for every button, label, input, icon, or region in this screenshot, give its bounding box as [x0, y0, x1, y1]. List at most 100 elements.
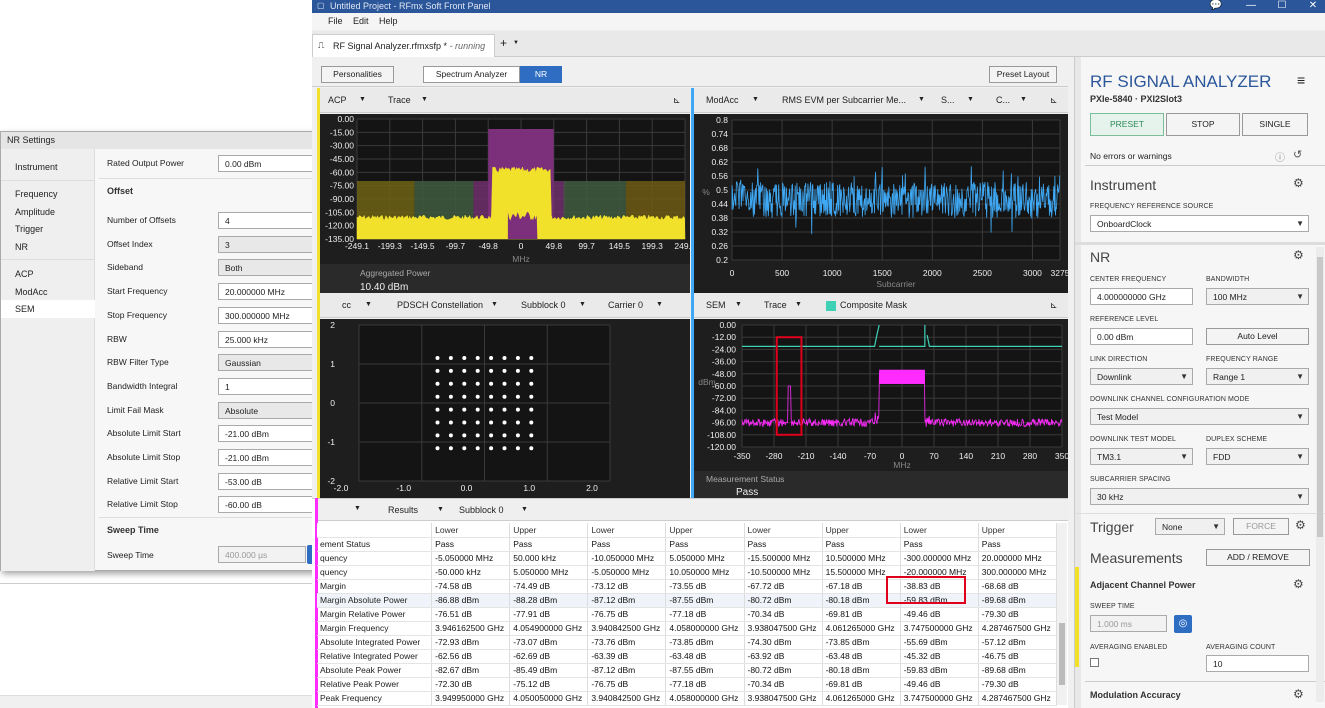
- averaging-count-field[interactable]: 10: [1206, 655, 1309, 672]
- nav-modacc[interactable]: ModAcc: [15, 287, 48, 297]
- sweep-time-field[interactable]: 400.000 µs: [218, 546, 306, 563]
- gear-icon[interactable]: ⚙: [1293, 176, 1304, 190]
- nav-acp[interactable]: ACP: [15, 269, 34, 279]
- add-tab-button[interactable]: +: [500, 36, 507, 50]
- menu-help[interactable]: Help: [379, 16, 398, 26]
- averaging-checkbox[interactable]: [1090, 658, 1099, 667]
- chat-icon[interactable]: 💬: [1205, 0, 1227, 11]
- carrier-dropdown[interactable]: Carrier 0: [608, 300, 643, 310]
- results-scrollbar[interactable]: [1057, 523, 1067, 705]
- chevron-down-icon[interactable]: ▼: [437, 506, 444, 513]
- chevron-down-icon[interactable]: ▼: [795, 301, 802, 308]
- chevron-down-icon[interactable]: ▼: [359, 96, 366, 103]
- chevron-down-icon[interactable]: ▼: [918, 96, 925, 103]
- reference-level-field[interactable]: 0.00 dBm: [1090, 328, 1193, 345]
- setting-field[interactable]: -53.00 dB: [218, 472, 327, 490]
- single-button[interactable]: SINGLE: [1242, 113, 1308, 136]
- chevron-down-icon[interactable]: ▼: [365, 301, 372, 308]
- subblock-dropdown[interactable]: Subblock 0: [521, 300, 566, 310]
- auto-sweep-icon[interactable]: ◎: [1174, 615, 1192, 633]
- acp-dropdown[interactable]: ACP: [328, 95, 347, 105]
- test-model-select[interactable]: TM3.1 ▼: [1090, 448, 1193, 465]
- subblock-dropdown[interactable]: Subblock 0: [459, 505, 504, 515]
- setting-field[interactable]: -21.00 dBm: [218, 449, 327, 466]
- menu-edit[interactable]: Edit: [353, 16, 369, 26]
- panel-scrollbar[interactable]: [1316, 247, 1324, 702]
- auto-level-button[interactable]: Auto Level: [1206, 328, 1309, 345]
- nav-amplitude[interactable]: Amplitude: [15, 207, 55, 217]
- const-dropdown[interactable]: cc: [342, 300, 351, 310]
- table-row[interactable]: Relative Integrated Power -62.56 dB -62.69…: [317, 649, 1058, 664]
- menu-icon[interactable]: ≡: [1297, 72, 1305, 88]
- nav-trigger[interactable]: Trigger: [15, 224, 43, 234]
- chevron-down-icon[interactable]: ▼: [521, 506, 528, 513]
- trace-dropdown[interactable]: Trace: [764, 300, 787, 310]
- freq-ref-select[interactable]: OnboardClock ▼: [1090, 215, 1309, 232]
- zoom-icon[interactable]: ⊾: [1050, 95, 1058, 106]
- table-row[interactable]: Peak Frequency 3.949950000 GHz 4.050050000…: [317, 691, 1058, 706]
- tab-spectrum-analyzer[interactable]: Spectrum Analyzer: [423, 66, 520, 83]
- chevron-down-icon[interactable]: ▼: [354, 505, 361, 512]
- chevron-down-icon[interactable]: ▼: [579, 301, 586, 308]
- chevron-down-icon[interactable]: ▼: [752, 96, 759, 103]
- setting-field[interactable]: -21.00 dBm: [218, 425, 327, 443]
- chevron-down-icon[interactable]: ▼: [421, 96, 428, 103]
- bandwidth-select[interactable]: 100 MHz ▼: [1206, 288, 1309, 305]
- menu-file[interactable]: File: [328, 16, 343, 26]
- zoom-icon[interactable]: ⊾: [1050, 300, 1058, 311]
- table-row[interactable]: Absolute Peak Power -82.67 dBm -85.49 dBm -…: [317, 663, 1058, 678]
- carrier-dropdown[interactable]: C...: [996, 95, 1010, 105]
- chevron-down-icon[interactable]: ▼: [491, 301, 498, 308]
- table-row[interactable]: ement Status Pass Pass Pass Pass Pass Pass Pass…: [317, 537, 1058, 552]
- setting-field[interactable]: 300.000000 MHz: [218, 306, 327, 324]
- preset-button[interactable]: PRESET: [1090, 113, 1164, 136]
- nav-instrument[interactable]: Instrument: [15, 162, 58, 172]
- setting-select[interactable]: 3▼: [218, 235, 327, 253]
- rated-power-field[interactable]: 0.00 dBm: [218, 155, 327, 172]
- table-row[interactable]: Margin Frequency 3.946162500 GHz 4.0549000…: [317, 621, 1058, 636]
- add-remove-button[interactable]: ADD / REMOVE: [1206, 549, 1310, 566]
- setting-select[interactable]: Both▼: [218, 259, 327, 277]
- table-row[interactable]: quency -5.050000 MHz 50.000 kHz -10.050000 …: [317, 551, 1058, 566]
- table-row[interactable]: Lower Upper Lower Upper Lower Upper Lower Upper: [317, 523, 1058, 538]
- info-icon[interactable]: ⓘ: [1275, 149, 1285, 164]
- tab-nr[interactable]: NR: [520, 66, 562, 83]
- minimize-button[interactable]: —: [1240, 0, 1262, 11]
- force-button[interactable]: FORCE: [1233, 518, 1289, 535]
- nav-sem[interactable]: SEM: [15, 304, 35, 314]
- close-button[interactable]: ✕: [1302, 0, 1324, 11]
- setting-field[interactable]: 25.000 kHz: [218, 330, 327, 348]
- zoom-icon[interactable]: ⊾: [673, 95, 681, 106]
- subblock-dropdown[interactable]: S...: [941, 95, 955, 105]
- center-frequency-field[interactable]: 4.000000000 GHz: [1090, 288, 1193, 305]
- setting-field[interactable]: 20.000000 MHz: [218, 283, 327, 301]
- setting-select[interactable]: Absolute▼: [218, 401, 327, 419]
- gear-icon[interactable]: ⚙: [1293, 687, 1304, 701]
- table-row[interactable]: Absolute Integrated Power -72.93 dBm -73.0…: [317, 635, 1058, 650]
- pdsch-dropdown[interactable]: PDSCH Constellation: [397, 300, 483, 310]
- dl-config-select[interactable]: Test Model ▼: [1090, 408, 1309, 425]
- gear-icon[interactable]: ⚙: [1293, 577, 1304, 591]
- gear-icon[interactable]: ⚙: [1293, 248, 1304, 262]
- duplex-select[interactable]: FDD ▼: [1206, 448, 1309, 465]
- gear-icon[interactable]: ⚙: [1295, 518, 1306, 532]
- history-icon[interactable]: ↺: [1293, 148, 1302, 161]
- setting-select[interactable]: Gaussian▼: [218, 354, 327, 372]
- chevron-down-icon[interactable]: ▼: [1020, 96, 1027, 103]
- modacc-dropdown[interactable]: ModAcc: [706, 95, 739, 105]
- link-direction-select[interactable]: Downlink ▼: [1090, 368, 1193, 385]
- scs-select[interactable]: 30 kHz ▼: [1090, 488, 1309, 505]
- chevron-down-icon[interactable]: ▼: [735, 301, 742, 308]
- nav-frequency[interactable]: Frequency: [15, 189, 58, 199]
- setting-field[interactable]: -60.00 dB: [218, 496, 327, 514]
- sweep-time-field[interactable]: 1.000 ms: [1090, 615, 1167, 632]
- trace-dropdown[interactable]: Trace: [388, 95, 411, 105]
- trigger-select[interactable]: None ▼: [1155, 518, 1225, 535]
- preset-layout-button[interactable]: Preset Layout: [989, 66, 1057, 83]
- maximize-button[interactable]: ☐: [1271, 0, 1293, 11]
- nav-nr[interactable]: NR: [15, 242, 28, 252]
- frequency-range-select[interactable]: Range 1 ▼: [1206, 368, 1309, 385]
- chevron-down-icon[interactable]: ▼: [513, 40, 519, 46]
- personalities-button[interactable]: Personalities: [321, 66, 394, 83]
- sem-dropdown[interactable]: SEM: [706, 300, 726, 310]
